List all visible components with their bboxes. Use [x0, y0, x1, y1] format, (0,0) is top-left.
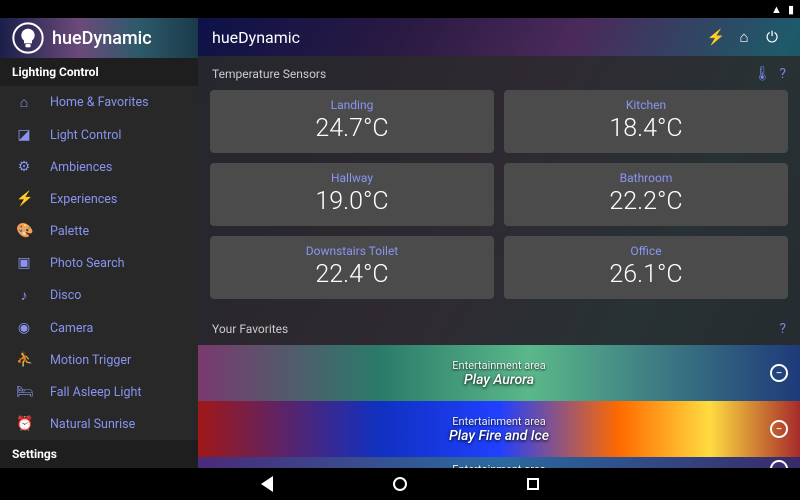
status-battery-icon: ▮ [788, 3, 794, 16]
favorite-card[interactable]: Entertainment area − [198, 457, 800, 468]
nav-icon: ⚡ [16, 191, 32, 207]
sidebar-item-natural-sunrise[interactable]: ⏰ Natural Sunrise [0, 408, 198, 440]
sensor-name: Kitchen [504, 98, 788, 112]
nav-icon: ⌂ [16, 94, 32, 111]
favorite-title: Play Fire and Ice [449, 428, 549, 444]
nav-icon: ◉ [16, 320, 32, 336]
sensors-section-header: Temperature Sensors 🌡 ? [198, 56, 800, 90]
sensor-value: 22.4°C [210, 260, 494, 289]
nav-label: Camera [50, 321, 93, 336]
nav-icon: ⏰ [16, 416, 32, 432]
nav-recent-button[interactable] [527, 478, 539, 490]
remove-icon[interactable]: − [770, 460, 788, 468]
nav-label: Motion Trigger [50, 353, 131, 368]
sensor-value: 18.4°C [504, 114, 788, 143]
favorite-card[interactable]: Entertainment areaPlay Fire and Ice − [198, 401, 800, 457]
favorite-area: Entertainment area [452, 359, 545, 372]
sidebar-item-photo-search[interactable]: ▣ Photo Search [0, 247, 198, 279]
nav-label: Photo Search [50, 256, 125, 271]
brand-text: hueDynamic [52, 28, 152, 49]
nav-label: Palette [50, 224, 89, 239]
bulb-logo-icon [12, 22, 44, 54]
sensor-value: 22.2°C [504, 187, 788, 216]
nav-icon: ⚙ [16, 159, 32, 175]
sidebar-item-disco[interactable]: ♪ Disco [0, 279, 198, 312]
sensor-card[interactable]: Kitchen 18.4°C [504, 90, 788, 153]
sidebar-item-motion-trigger[interactable]: ⛹ Motion Trigger [0, 344, 198, 376]
nav-home-button[interactable] [393, 477, 407, 491]
sidebar-section-settings: Settings [0, 440, 198, 468]
favorite-area: Entertainment area [452, 463, 545, 469]
power-icon[interactable]: ⏻ [758, 28, 786, 46]
sidebar-brand: hueDynamic [0, 18, 198, 58]
status-signal-icon: ▲ [771, 3, 782, 16]
sidebar-item-palette[interactable]: 🎨 Palette [0, 215, 198, 247]
sensor-name: Office [504, 244, 788, 258]
favorite-title: Play Aurora [464, 372, 534, 388]
nav-icon: ⛹ [16, 352, 32, 368]
nav-icon: ◪ [16, 127, 32, 143]
nav-back-button[interactable] [261, 476, 273, 492]
main: hueDynamic ⚡ ⌂ ⏻ Temperature Sensors 🌡 ?… [198, 18, 800, 468]
sidebar: hueDynamic Lighting Control ⌂ Home & Favo… [0, 18, 198, 468]
sensor-name: Downstairs Toilet [210, 244, 494, 258]
favorite-card[interactable]: Entertainment areaPlay Aurora − [198, 345, 800, 401]
sensor-card[interactable]: Bathroom 22.2°C [504, 163, 788, 226]
nav-label: Disco [50, 288, 81, 303]
sensors-title: Temperature Sensors [212, 67, 326, 81]
app-title: hueDynamic [212, 28, 300, 47]
sidebar-section-lighting: Lighting Control [0, 58, 198, 86]
sidebar-item-home-favorites[interactable]: ⌂ Home & Favorites [0, 86, 198, 119]
nav-label: Light Control [50, 128, 121, 143]
sidebar-item-ambiences[interactable]: ⚙ Ambiences [0, 151, 198, 183]
thermometer-icon[interactable]: 🌡 [754, 66, 772, 82]
app-bar: hueDynamic ⚡ ⌂ ⏻ [198, 18, 800, 56]
nav-icon: 🎨 [16, 223, 32, 239]
sensor-grid: Landing 24.7°C Kitchen 18.4°C Hallway 19.0°C B… [198, 90, 800, 311]
sidebar-item-fall-asleep-light[interactable]: 🛏 Fall Asleep Light [0, 376, 198, 408]
sensor-name: Hallway [210, 171, 494, 185]
sensor-card[interactable]: Hallway 19.0°C [210, 163, 494, 226]
remove-icon[interactable]: − [770, 364, 788, 382]
sensor-value: 24.7°C [210, 114, 494, 143]
sensor-value: 19.0°C [210, 187, 494, 216]
nav-icon: ♪ [16, 287, 32, 304]
flash-icon[interactable]: ⚡ [702, 28, 730, 46]
sidebar-item-light-control[interactable]: ◪ Light Control [0, 119, 198, 151]
sensor-name: Landing [210, 98, 494, 112]
favorites-section-header: Your Favorites ? [198, 311, 800, 345]
help-icon[interactable]: ? [779, 321, 786, 337]
nav-label: Experiences [50, 192, 117, 207]
sidebar-item-experiences[interactable]: ⚡ Experiences [0, 183, 198, 215]
remove-icon[interactable]: − [770, 420, 788, 438]
sensor-card[interactable]: Downstairs Toilet 22.4°C [210, 236, 494, 299]
nav-label: Fall Asleep Light [50, 385, 141, 400]
sensor-name: Bathroom [504, 171, 788, 185]
sensor-card[interactable]: Landing 24.7°C [210, 90, 494, 153]
android-nav-bar [0, 468, 800, 500]
favorites-title: Your Favorites [212, 322, 288, 336]
sidebar-item-camera[interactable]: ◉ Camera [0, 312, 198, 344]
sensor-value: 26.1°C [504, 260, 788, 289]
home-icon[interactable]: ⌂ [730, 28, 758, 46]
nav-icon: 🛏 [16, 384, 32, 400]
help-icon[interactable]: ? [779, 66, 786, 82]
nav-label: Natural Sunrise [50, 417, 135, 432]
nav-icon: ▣ [16, 255, 32, 271]
android-status-bar: ▲ ▮ [0, 0, 800, 18]
nav-label: Home & Favorites [50, 95, 149, 110]
sensor-card[interactable]: Office 26.1°C [504, 236, 788, 299]
nav-label: Ambiences [50, 160, 112, 175]
favorite-area: Entertainment area [452, 415, 545, 428]
